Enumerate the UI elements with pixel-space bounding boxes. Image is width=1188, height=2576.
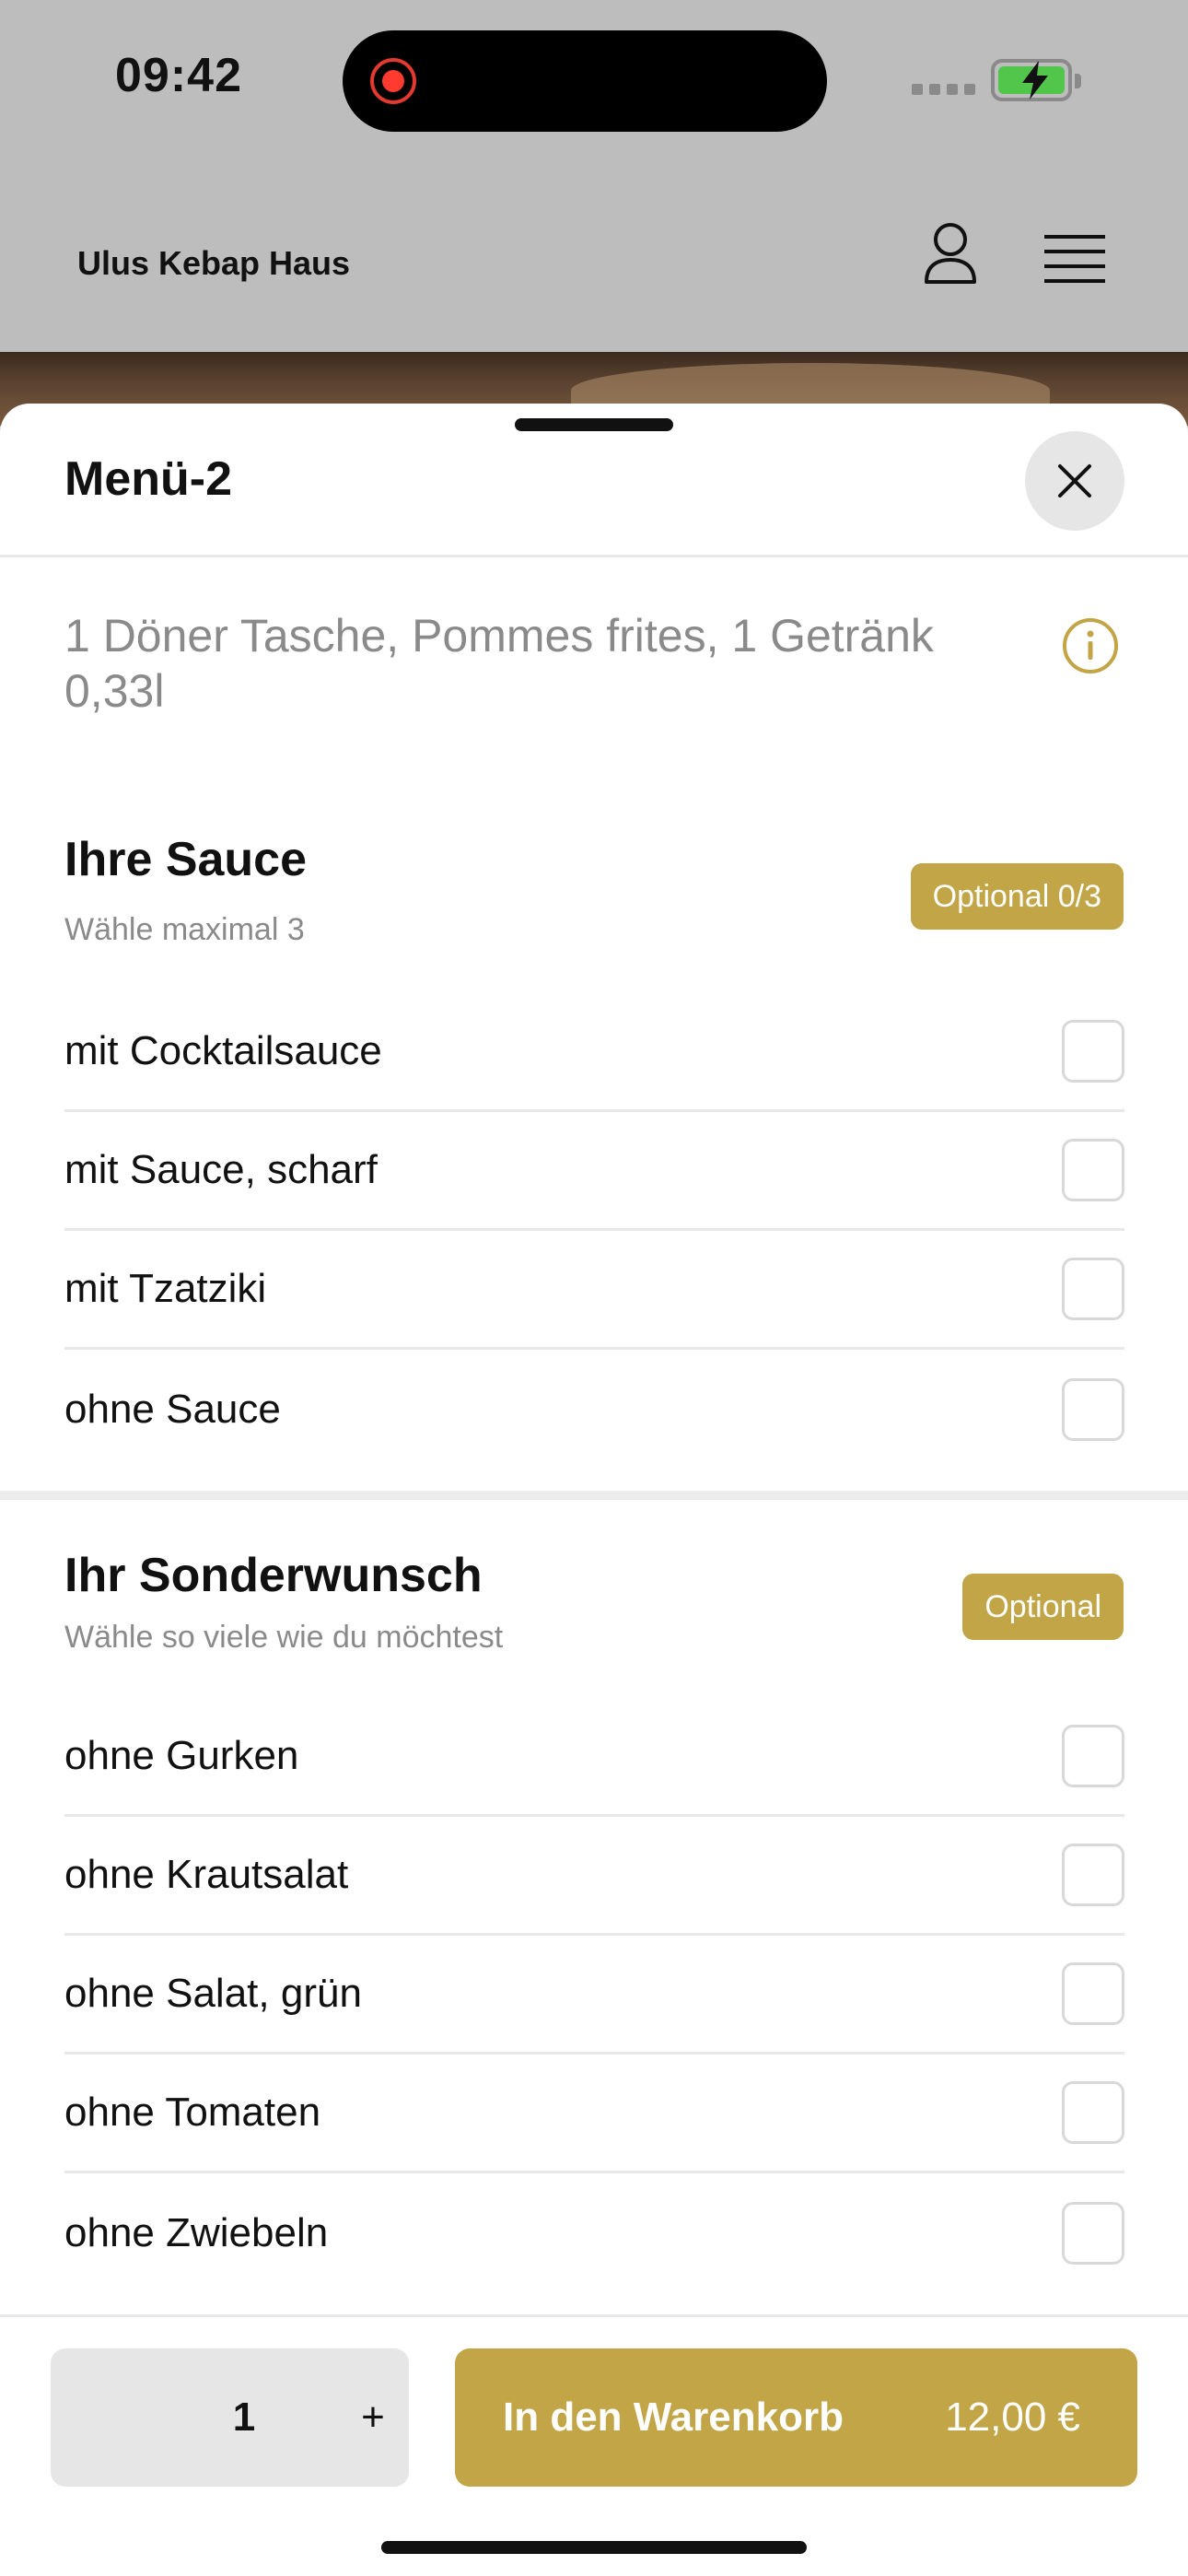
group-title-sauce: Ihre Sauce — [64, 833, 308, 886]
option-row[interactable]: mit Sauce, scharf — [64, 1112, 1124, 1231]
checkbox[interactable] — [1062, 1258, 1124, 1320]
group-title-special: Ihr Sonderwunsch — [64, 1549, 483, 1602]
add-to-cart-label: In den Warenkorb — [503, 2395, 844, 2440]
option-row[interactable]: ohne Sauce — [64, 1350, 1124, 1469]
sheet-title: Menü-2 — [64, 452, 232, 506]
divider — [0, 555, 1188, 557]
app-header: Ulus Kebap Haus — [0, 166, 1188, 352]
checkbox[interactable] — [1062, 2081, 1124, 2144]
increment-button[interactable]: + — [345, 2348, 401, 2487]
item-description: 1 Döner Tasche, Pommes frites, 1 Getränk… — [64, 610, 934, 717]
option-row[interactable]: ohne Tomaten — [64, 2055, 1124, 2173]
close-icon — [1058, 464, 1091, 498]
checkbox[interactable] — [1062, 1020, 1124, 1083]
brand-name[interactable]: Ulus Kebap Haus — [77, 244, 350, 283]
option-label: ohne Gurken — [64, 1733, 299, 1778]
info-icon[interactable] — [1062, 617, 1119, 674]
status-time: 09:42 — [115, 49, 242, 102]
dynamic-island — [343, 30, 827, 132]
option-list-special: ohne Gurken ohne Krautsalat ohne Salat, … — [64, 1698, 1124, 2292]
hamburger-menu-icon[interactable] — [1044, 233, 1105, 285]
group-subtitle-special: Wähle so viele wie du möchtest — [64, 1620, 504, 1655]
item-options-sheet: Menü-2 1 Döner Tasche, Pommes frites, 1 … — [0, 404, 1188, 2576]
option-row[interactable]: ohne Krautsalat — [64, 1817, 1124, 1936]
checkbox[interactable] — [1062, 1844, 1124, 1906]
checkbox[interactable] — [1062, 1962, 1124, 2025]
option-label: mit Cocktailsauce — [64, 1028, 382, 1073]
quantity-stepper: 1 + — [51, 2348, 409, 2487]
section-divider — [0, 1491, 1188, 1500]
checkbox[interactable] — [1062, 2201, 1124, 2265]
user-icon[interactable] — [921, 221, 980, 286]
recording-icon — [370, 58, 416, 104]
option-label: ohne Zwiebeln — [64, 2209, 329, 2255]
signal-icon — [912, 84, 975, 95]
close-button[interactable] — [1025, 431, 1124, 531]
status-bar: 09:42 — [0, 0, 1188, 166]
quantity-value: 1 — [232, 2395, 256, 2440]
total-price: 12,00 € — [945, 2395, 1080, 2440]
option-row[interactable]: ohne Gurken — [64, 1698, 1124, 1817]
option-label: mit Tzatziki — [64, 1266, 267, 1311]
checkbox[interactable] — [1062, 1139, 1124, 1201]
option-list-sauce: mit Cocktailsauce mit Sauce, scharf mit … — [64, 993, 1124, 1469]
option-row[interactable]: mit Cocktailsauce — [64, 993, 1124, 1112]
sheet-grabber[interactable] — [515, 418, 673, 431]
option-label: ohne Tomaten — [64, 2090, 321, 2135]
status-badge: Optional 0/3 — [910, 863, 1124, 930]
add-to-cart-button[interactable]: In den Warenkorb 12,00 € — [455, 2348, 1137, 2487]
option-label: mit Sauce, scharf — [64, 1147, 378, 1192]
group-subtitle-sauce: Wähle maximal 3 — [64, 912, 305, 947]
home-indicator[interactable] — [381, 2541, 807, 2554]
battery-icon — [991, 59, 1081, 101]
option-row[interactable]: ohne Zwiebeln — [64, 2173, 1124, 2292]
option-row[interactable]: ohne Salat, grün — [64, 1936, 1124, 2055]
option-label: ohne Krautsalat — [64, 1852, 349, 1897]
option-label: ohne Salat, grün — [64, 1971, 362, 2016]
option-row[interactable]: mit Tzatziki — [64, 1231, 1124, 1350]
option-label: ohne Sauce — [64, 1386, 281, 1432]
status-badge: Optional — [962, 1574, 1124, 1640]
checkbox[interactable] — [1062, 1725, 1124, 1787]
action-bar: 1 + In den Warenkorb 12,00 € — [0, 2314, 1188, 2576]
checkbox[interactable] — [1062, 1377, 1124, 1441]
